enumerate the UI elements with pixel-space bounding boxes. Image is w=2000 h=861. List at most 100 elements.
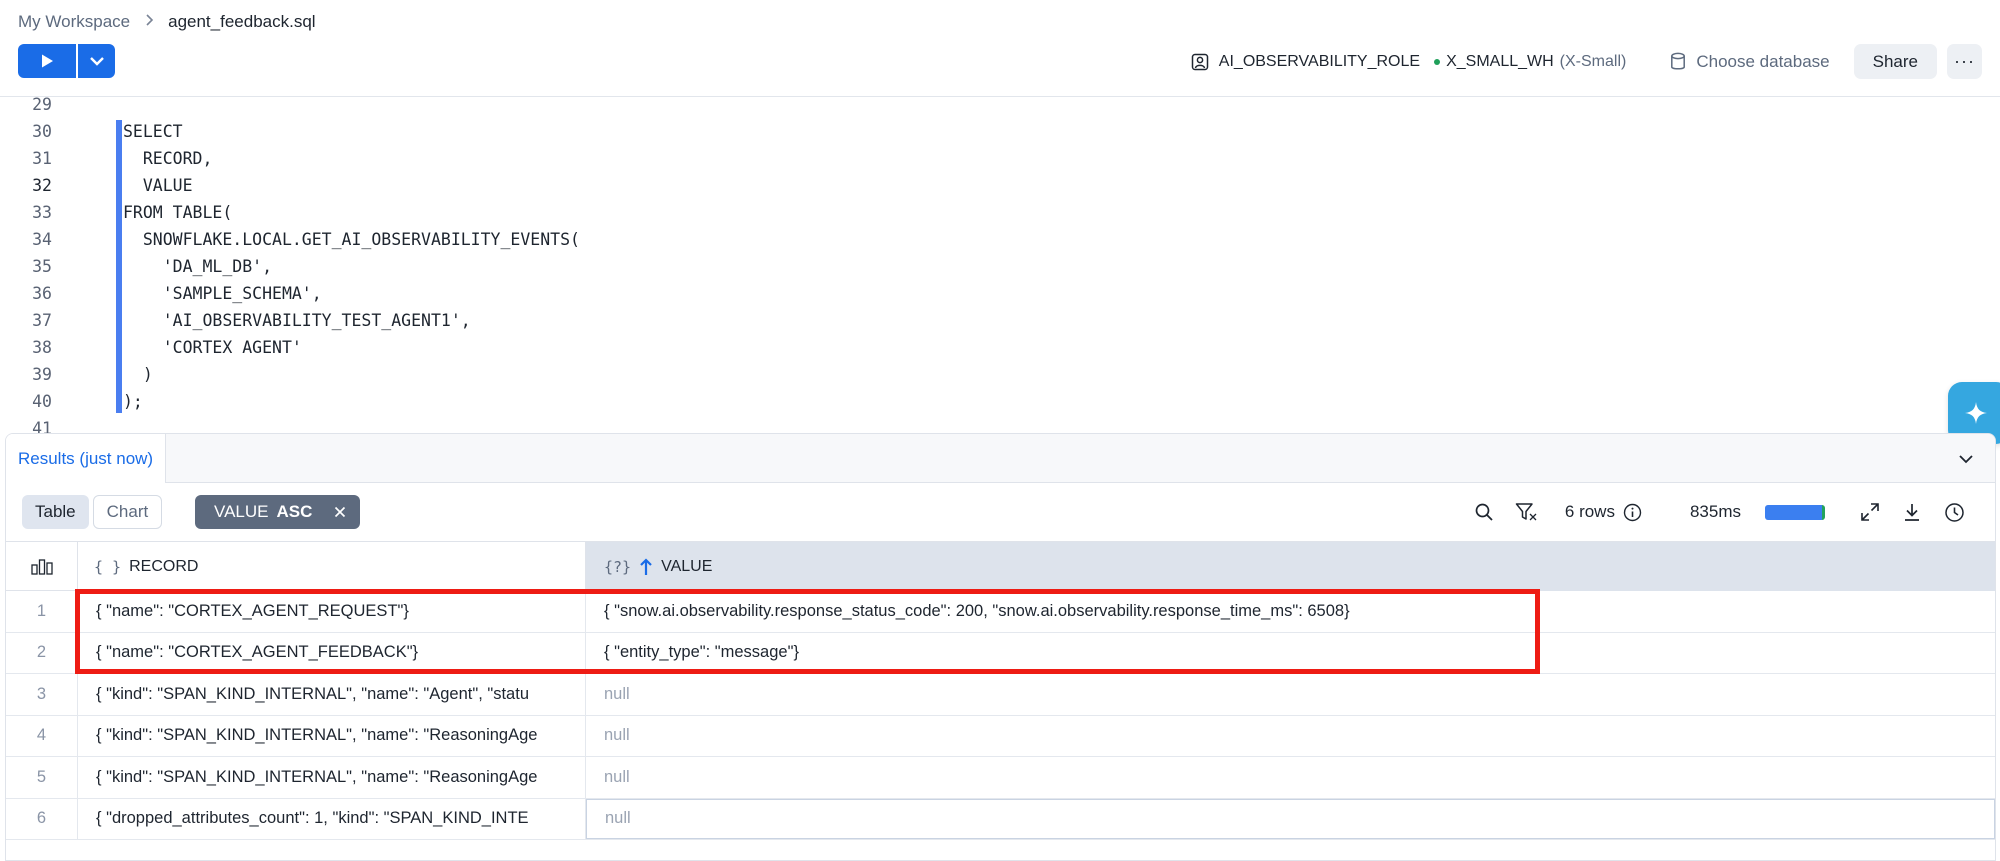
row-index: 4 bbox=[6, 715, 78, 756]
line-number: 34 bbox=[32, 230, 52, 249]
row-index: 5 bbox=[6, 757, 78, 798]
collapse-results-button[interactable] bbox=[1955, 448, 1977, 470]
warehouse-status-dot bbox=[1434, 58, 1441, 65]
table-row[interactable]: 2 { "name": "CORTEX_AGENT_FEEDBACK"} { "… bbox=[6, 632, 1995, 674]
code-text: 'SAMPLE_SCHEMA', bbox=[123, 284, 322, 303]
value-cell[interactable]: { "entity_type": "message"} bbox=[586, 633, 1995, 674]
code-text: 'CORTEX AGENT' bbox=[123, 338, 302, 357]
sort-chip[interactable]: VALUE ASC bbox=[195, 495, 361, 529]
code-text: RECORD, bbox=[123, 149, 213, 168]
record-cell[interactable]: { "kind": "SPAN_KIND_INTERNAL", "name": … bbox=[78, 757, 586, 798]
line-number: 41 bbox=[32, 419, 52, 433]
sort-direction: ASC bbox=[276, 502, 313, 521]
table-view-button[interactable]: Table bbox=[22, 495, 89, 529]
line-number: 40 bbox=[32, 392, 52, 411]
results-toolbar: Table Chart VALUE ASC 6 rows 835ms bbox=[6, 483, 1995, 541]
line-number: 39 bbox=[32, 365, 52, 384]
choose-database-label: Choose database bbox=[1696, 51, 1830, 71]
column-header-value[interactable]: {?} VALUE bbox=[586, 542, 1995, 591]
line-number: 38 bbox=[32, 338, 52, 357]
chart-view-button[interactable]: Chart bbox=[92, 495, 163, 529]
code-line: 41 bbox=[0, 415, 2000, 433]
session-context: AI_OBSERVABILITY_ROLE X_SMALL_WH (X-Smal… bbox=[1191, 44, 1982, 79]
user-badge-icon bbox=[1191, 53, 1209, 70]
record-cell[interactable]: { "kind": "SPAN_KIND_INTERNAL", "name": … bbox=[78, 715, 586, 756]
record-cell[interactable]: { "kind": "SPAN_KIND_INTERNAL", "name": … bbox=[78, 674, 586, 715]
value-cell[interactable]: { "snow.ai.observability.response_status… bbox=[586, 591, 1995, 632]
value-cell[interactable]: null bbox=[586, 757, 1995, 798]
download-icon[interactable] bbox=[1899, 499, 1925, 525]
history-icon[interactable] bbox=[1941, 499, 1967, 525]
query-progress-bar bbox=[1765, 504, 1825, 520]
breadcrumb-workspace[interactable]: My Workspace bbox=[18, 12, 130, 32]
warehouse-size: (X-Small) bbox=[1559, 52, 1627, 70]
row-count-text: 6 rows bbox=[1564, 502, 1615, 521]
chevron-down-icon bbox=[89, 57, 104, 66]
row-index: 2 bbox=[6, 632, 78, 673]
value-cell[interactable]: null bbox=[586, 798, 1995, 839]
line-number: 36 bbox=[32, 284, 52, 303]
code-line: 31 RECORD, bbox=[0, 145, 2000, 172]
code-line: 33 FROM TABLE( bbox=[0, 199, 2000, 226]
table-row[interactable]: 4 { "kind": "SPAN_KIND_INTERNAL", "name"… bbox=[6, 715, 1995, 757]
sql-editor[interactable]: 29 30 SELECT 31 RECORD, 32 VALUE 33 FROM… bbox=[0, 97, 2000, 433]
code-text: 'AI_OBSERVABILITY_TEST_AGENT1', bbox=[123, 311, 471, 330]
column-header-record[interactable]: { } RECORD bbox=[78, 542, 586, 591]
code-line: 39 ) bbox=[0, 361, 2000, 388]
results-panel: Results (just now) Table Chart VALUE ASC… bbox=[5, 433, 1996, 861]
tab-results[interactable]: Results (just now) bbox=[6, 434, 167, 483]
run-button[interactable] bbox=[18, 44, 76, 78]
object-type-icon: { } bbox=[94, 557, 122, 576]
breadcrumb: My Workspace agent_feedback.sql bbox=[18, 12, 316, 32]
line-number: 31 bbox=[32, 149, 52, 168]
role-name: AI_OBSERVABILITY_ROLE bbox=[1218, 52, 1421, 70]
code-line: 35 'DA_ML_DB', bbox=[0, 253, 2000, 280]
results-tabbar: Results (just now) bbox=[6, 434, 1995, 483]
record-cell[interactable]: { "dropped_attributes_count": 1, "kind":… bbox=[78, 798, 586, 839]
run-options-dropdown[interactable] bbox=[78, 44, 115, 78]
line-number: 29 bbox=[32, 97, 52, 114]
more-options-button[interactable]: ··· bbox=[1947, 44, 1982, 79]
table-row[interactable]: 5 { "kind": "SPAN_KIND_INTERNAL", "name"… bbox=[6, 757, 1995, 799]
progress-cap bbox=[1822, 504, 1825, 520]
line-number: 35 bbox=[32, 257, 52, 276]
value-cell[interactable]: null bbox=[586, 674, 1995, 715]
breadcrumb-file: agent_feedback.sql bbox=[168, 12, 316, 31]
code-line: 40 ); bbox=[0, 388, 2000, 415]
sort-ascending-icon bbox=[640, 557, 652, 575]
role-selector[interactable]: AI_OBSERVABILITY_ROLE bbox=[1191, 53, 1420, 71]
column-stats-icon[interactable] bbox=[6, 542, 78, 591]
value-cell[interactable]: null bbox=[586, 716, 1995, 757]
table-row[interactable]: 6 { "dropped_attributes_count": 1, "kind… bbox=[6, 798, 1995, 840]
record-cell[interactable]: { "name": "CORTEX_AGENT_REQUEST"} bbox=[78, 591, 586, 632]
share-button[interactable]: Share bbox=[1853, 44, 1937, 79]
record-cell[interactable]: { "name": "CORTEX_AGENT_FEEDBACK"} bbox=[78, 632, 586, 673]
table-header: { } RECORD {?} VALUE bbox=[6, 541, 1995, 591]
table-row[interactable]: 3 { "kind": "SPAN_KIND_INTERNAL", "name"… bbox=[6, 674, 1995, 716]
progress-fill bbox=[1765, 504, 1822, 520]
line-number: 33 bbox=[32, 203, 52, 222]
row-index: 1 bbox=[6, 591, 78, 632]
column-label: RECORD bbox=[129, 557, 199, 575]
code-text: 'DA_ML_DB', bbox=[123, 257, 273, 276]
database-icon bbox=[1671, 52, 1686, 70]
sparkle-icon bbox=[1965, 402, 1987, 424]
expand-icon[interactable] bbox=[1857, 499, 1883, 525]
line-number: 37 bbox=[32, 311, 52, 330]
results-table: { } RECORD {?} VALUE 1 { "name": "CORTEX… bbox=[6, 541, 1995, 840]
filter-icon[interactable] bbox=[1513, 499, 1539, 525]
close-icon[interactable] bbox=[334, 506, 346, 518]
row-index: 6 bbox=[6, 798, 78, 839]
code-text: VALUE bbox=[123, 176, 193, 195]
code-line: 30 SELECT bbox=[0, 118, 2000, 145]
choose-database-button[interactable]: Choose database bbox=[1670, 51, 1830, 72]
info-icon[interactable] bbox=[1623, 503, 1642, 522]
code-line: 37 'AI_OBSERVABILITY_TEST_AGENT1', bbox=[0, 307, 2000, 334]
code-text: ); bbox=[123, 392, 143, 411]
line-number: 30 bbox=[32, 122, 52, 141]
row-index: 3 bbox=[6, 674, 78, 715]
warehouse-selector[interactable]: X_SMALL_WH (X-Small) bbox=[1434, 53, 1626, 71]
table-row[interactable]: 1 { "name": "CORTEX_AGENT_REQUEST"} { "s… bbox=[6, 591, 1995, 633]
play-icon bbox=[42, 54, 53, 68]
search-icon[interactable] bbox=[1471, 499, 1497, 525]
